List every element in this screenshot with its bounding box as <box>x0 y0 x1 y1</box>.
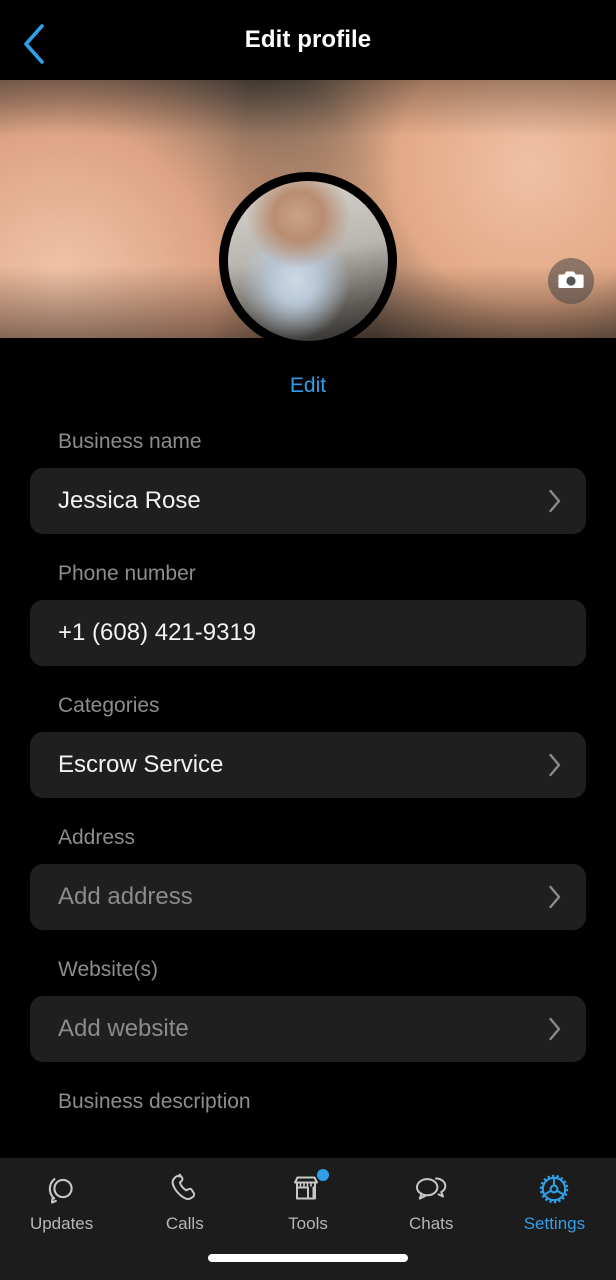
bottom-tab-bar: Updates Calls Tools Chats Settings <box>0 1157 616 1280</box>
chevron-right-icon <box>548 489 562 513</box>
field-value-categories: Escrow Service <box>58 751 224 778</box>
edit-profile-screen: Edit profile Edit Business name Jessica … <box>0 0 616 1280</box>
tab-calls[interactable]: Calls <box>123 1158 246 1234</box>
field-business-name[interactable]: Jessica Rose <box>30 468 586 534</box>
field-value-business-name: Jessica Rose <box>58 487 201 514</box>
chevron-left-icon <box>21 23 47 65</box>
field-categories[interactable]: Escrow Service <box>30 732 586 798</box>
app-header: Edit profile <box>0 0 616 80</box>
gear-icon <box>535 1170 573 1208</box>
chats-icon <box>412 1170 450 1208</box>
updates-icon <box>44 1170 80 1208</box>
profile-form: Business name Jessica Rose Phone number … <box>0 430 616 1114</box>
camera-icon <box>558 268 584 295</box>
field-value-phone-number: +1 (608) 421-9319 <box>58 619 257 646</box>
field-value-address: Add address <box>58 883 193 910</box>
field-label-business-description: Business description <box>58 1090 251 1113</box>
field-label-business-name: Business name <box>58 430 202 453</box>
tab-label-settings: Settings <box>523 1214 586 1233</box>
field-phone-number[interactable]: +1 (608) 421-9319 <box>30 600 586 666</box>
tab-tools[interactable]: Tools <box>246 1158 369 1234</box>
field-group-website: Website(s) Add website <box>0 958 616 1062</box>
tab-settings[interactable]: Settings <box>493 1158 616 1234</box>
page-title: Edit profile <box>244 26 372 53</box>
field-address[interactable]: Add address <box>30 864 586 930</box>
tab-label-tools: Tools <box>288 1214 328 1233</box>
tab-label-chats: Chats <box>409 1214 454 1233</box>
chevron-right-icon <box>548 885 562 909</box>
phone-icon <box>168 1170 202 1208</box>
change-cover-photo-button[interactable] <box>548 258 594 304</box>
avatar[interactable] <box>219 172 397 350</box>
tab-updates[interactable]: Updates <box>0 1158 123 1234</box>
chevron-right-icon <box>548 1017 562 1041</box>
field-label-phone-number: Phone number <box>58 562 196 585</box>
back-button[interactable] <box>10 20 58 68</box>
field-group-categories: Categories Escrow Service <box>0 694 616 798</box>
field-label-categories: Categories <box>58 694 160 717</box>
field-value-website: Add website <box>58 1015 189 1042</box>
field-group-address: Address Add address <box>0 826 616 930</box>
tab-label-updates: Updates <box>29 1214 94 1233</box>
edit-photo-label: Edit <box>289 374 327 397</box>
field-label-address: Address <box>58 826 136 849</box>
chevron-right-icon <box>548 753 562 777</box>
field-website[interactable]: Add website <box>30 996 586 1062</box>
field-label-website: Website(s) <box>58 958 158 981</box>
edit-photo-link[interactable]: Edit <box>0 374 616 398</box>
tools-badge <box>317 1169 329 1181</box>
tab-label-calls: Calls <box>165 1214 204 1233</box>
field-group-business-name: Business name Jessica Rose <box>0 430 616 534</box>
field-group-phone-number: Phone number +1 (608) 421-9319 <box>0 562 616 666</box>
tab-chats[interactable]: Chats <box>370 1158 493 1234</box>
avatar-image <box>228 181 388 341</box>
home-indicator <box>208 1254 408 1262</box>
storefront-icon <box>290 1169 329 1208</box>
